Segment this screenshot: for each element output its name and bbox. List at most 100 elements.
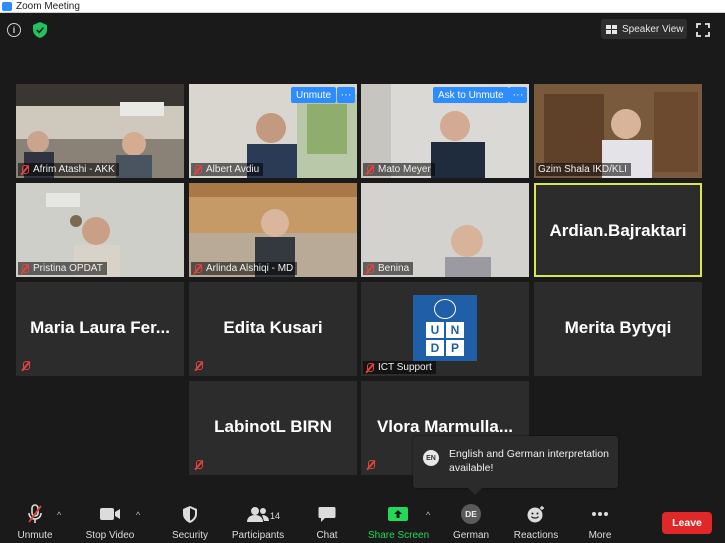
logo-letter: P — [446, 340, 464, 356]
security-shield-icon — [183, 505, 197, 523]
muted-mic-icon — [20, 263, 29, 274]
participant-name: Ardian.Bajraktari — [549, 221, 687, 240]
participants-label: Participants — [231, 530, 285, 541]
window-titlebar: Zoom Meeting — [0, 0, 725, 13]
encryption-shield-icon[interactable] — [33, 22, 47, 38]
muted-mic-icon — [194, 460, 203, 470]
fullscreen-icon[interactable] — [696, 23, 710, 37]
grid-icon — [606, 24, 617, 34]
muted-mic-icon — [365, 263, 374, 274]
participant-namebar: ICT Support — [363, 361, 436, 374]
participant-name: Vlora Marmulla... — [376, 417, 514, 436]
muted-microphone-icon — [28, 504, 42, 523]
muted-mic-icon — [21, 361, 30, 371]
video-tile[interactable]: Maria Laura Fer... — [16, 282, 184, 376]
security-button[interactable]: Security — [160, 504, 220, 541]
logo-letter: U — [426, 322, 444, 338]
video-tile[interactable]: Merita Bytyqi — [534, 282, 702, 376]
leave-button[interactable]: Leave — [662, 512, 712, 534]
video-tile[interactable]: Afrim Atashi - AKK — [16, 84, 184, 178]
window-title: Zoom Meeting — [16, 0, 80, 12]
share-screen-icon — [388, 507, 408, 521]
participant-namebar: Albert Avdiu — [191, 163, 264, 176]
muted-mic-icon — [365, 362, 374, 373]
stop-video-button[interactable]: Stop Video — [80, 504, 140, 541]
video-options-caret-icon[interactable]: ^ — [136, 510, 140, 520]
participant-namebar: Afrim Atashi - AKK — [18, 163, 119, 176]
logo-letter: N — [446, 322, 464, 338]
reactions-button[interactable]: Reactions — [506, 504, 566, 541]
muted-mic-icon — [366, 460, 375, 470]
participant-name: ICT Support — [378, 362, 432, 373]
logo-letter: D — [426, 340, 444, 356]
meeting-toolbar: Unmute ^ Stop Video ^ Security Participa… — [0, 500, 725, 543]
info-icon[interactable]: i — [7, 23, 21, 37]
muted-mic-icon — [193, 164, 202, 175]
video-tile[interactable]: Arlinda Alshiqi - MD — [189, 183, 357, 277]
muted-mic-icon — [20, 164, 29, 175]
participant-namebar: Arlinda Alshiqi - MD — [191, 262, 298, 275]
more-dots-icon — [592, 512, 608, 516]
speaker-view-button[interactable]: Speaker View — [601, 19, 687, 39]
participant-name: Pristina OPDAT — [33, 263, 103, 274]
language-interpretation-button[interactable]: DE German — [441, 504, 501, 541]
participant-name: Arlinda Alshiqi - MD — [206, 263, 294, 274]
unmute-participant-button[interactable]: Unmute — [291, 87, 337, 103]
muted-mic-icon — [194, 361, 203, 371]
audio-options-caret-icon[interactable]: ^ — [57, 510, 61, 520]
participants-icon — [247, 507, 269, 522]
participant-namebar: Benina — [363, 262, 414, 275]
interpretation-tooltip: EN English and German interpretation ava… — [413, 436, 618, 495]
speaker-view-label: Speaker View — [622, 23, 684, 35]
participants-count: 14 — [270, 511, 281, 521]
video-tile[interactable]: LabinotL BIRN — [189, 381, 357, 475]
tooltip-text: English and German interpretation availa… — [449, 448, 609, 474]
german-language-badge: DE — [461, 504, 481, 524]
video-tile[interactable]: Unmute ··· Albert Avdiu — [189, 84, 357, 178]
participant-name: Benina — [378, 263, 410, 274]
participants-button[interactable]: Participants — [228, 504, 288, 541]
participant-more-button[interactable]: ··· — [509, 87, 527, 103]
undp-logo: U N D P — [413, 295, 477, 361]
participant-name: Merita Bytyqi — [564, 318, 672, 337]
share-options-caret-icon[interactable]: ^ — [426, 510, 430, 520]
chat-bubble-icon — [318, 506, 336, 522]
more-label: More — [588, 530, 612, 541]
language-label: German — [452, 530, 490, 541]
participant-name: Mato Meyer — [378, 164, 431, 175]
unmute-label: Unmute — [17, 530, 53, 541]
video-tile[interactable]: Edita Kusari — [189, 282, 357, 376]
participant-namebar: Pristina OPDAT — [18, 262, 107, 275]
more-button[interactable]: More — [570, 504, 630, 541]
video-tile[interactable]: Pristina OPDAT — [16, 183, 184, 277]
participant-namebar: Mato Meyer — [363, 163, 435, 176]
english-language-badge: EN — [423, 450, 439, 466]
participant-name: Edita Kusari — [223, 318, 323, 337]
participant-more-button[interactable]: ··· — [337, 87, 355, 103]
participant-name: Albert Avdiu — [206, 164, 260, 175]
unmute-button[interactable]: Unmute — [5, 504, 65, 541]
active-speaker-tile[interactable]: Ardian.Bajraktari — [534, 183, 702, 277]
stop-video-label: Stop Video — [85, 530, 135, 541]
video-tile[interactable]: U N D P ICT Support — [361, 282, 529, 376]
participant-name: LabinotL BIRN — [214, 417, 332, 436]
video-tile[interactable]: Gzim Shala IKD/KLI — [534, 84, 702, 178]
reactions-emoji-icon — [527, 506, 544, 523]
chat-button[interactable]: Chat — [297, 504, 357, 541]
participant-namebar: Gzim Shala IKD/KLI — [536, 163, 631, 176]
ask-to-unmute-button[interactable]: Ask to Unmute — [433, 87, 509, 103]
video-camera-icon — [100, 508, 120, 520]
participant-name: Maria Laura Fer... — [30, 318, 170, 337]
participant-name: Afrim Atashi - AKK — [33, 164, 115, 175]
video-tile[interactable]: Ask to Unmute ··· Mato Meyer — [361, 84, 529, 178]
muted-mic-icon — [193, 263, 202, 274]
security-label: Security — [171, 530, 209, 541]
video-tile[interactable]: Benina — [361, 183, 529, 277]
reactions-label: Reactions — [513, 530, 559, 541]
participant-name: Gzim Shala IKD/KLI — [538, 164, 627, 175]
chat-label: Chat — [316, 530, 338, 541]
meeting-topbar: i Speaker View — [0, 13, 725, 49]
share-screen-button[interactable]: Share Screen — [368, 504, 430, 541]
share-screen-label: Share Screen — [368, 530, 430, 541]
muted-mic-icon — [365, 164, 374, 175]
